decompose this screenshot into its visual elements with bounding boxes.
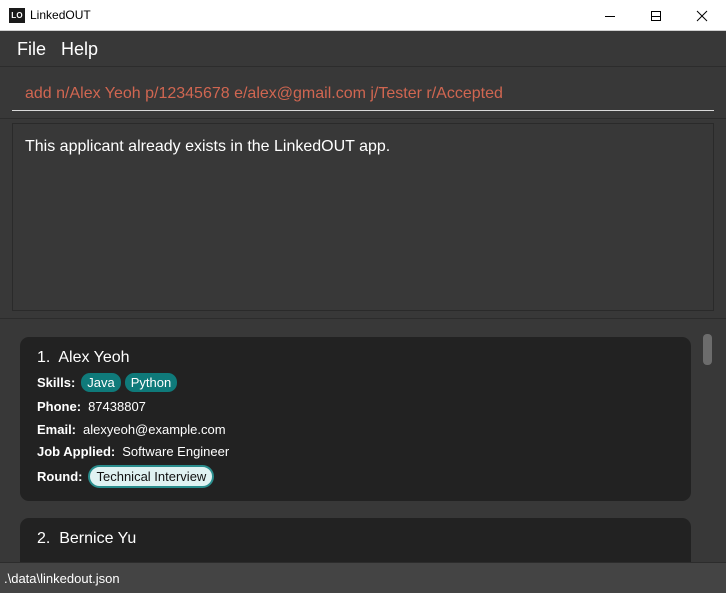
minimize-button-box[interactable] (587, 0, 633, 31)
job-label: Job Applied: (37, 444, 116, 459)
scrollbar-thumb[interactable] (703, 334, 712, 365)
minimize-line-icon (605, 15, 615, 17)
email-value: alexyeoh@example.com (83, 422, 226, 437)
menu-file[interactable]: File (17, 39, 46, 60)
status-bar: .\data\linkedout.json (0, 562, 726, 593)
result-message: This applicant already exists in the Lin… (25, 138, 391, 155)
applicant-card[interactable]: 1. Alex Yeoh Skills: Java Python Phone: … (20, 337, 691, 501)
applicant-name-text: Alex Yeoh (58, 349, 130, 366)
menu-help[interactable]: Help (61, 39, 98, 60)
result-display[interactable]: This applicant already exists in the Lin… (12, 123, 714, 311)
job-value: Software Engineer (122, 444, 230, 459)
job-row: Job Applied: Software Engineer (37, 444, 229, 459)
applicant-name: 1. Alex Yeoh (37, 349, 130, 367)
round-row: Round: Technical Interview (37, 465, 215, 488)
maximize-button-box[interactable] (633, 0, 679, 31)
applicant-index: 1. (37, 349, 51, 366)
data-file-path: .\data\linkedout.json (4, 571, 120, 586)
email-label: Email: (37, 422, 77, 437)
command-input[interactable] (12, 77, 714, 111)
phone-row: Phone: 87438807 (37, 399, 146, 414)
skills-row: Skills: Java Python (37, 373, 181, 392)
applicant-list[interactable]: 1. Alex Yeoh Skills: Java Python Phone: … (0, 318, 726, 562)
phone-label: Phone: (37, 399, 82, 414)
applicant-name-text: Bernice Yu (59, 530, 137, 547)
round-tag: Technical Interview (88, 465, 215, 488)
maximize-icon (651, 10, 661, 21)
phone-value: 87438807 (88, 399, 146, 414)
email-row: Email: alexyeoh@example.com (37, 422, 226, 437)
menu-bar: File Help (0, 31, 726, 67)
round-label: Round: (37, 469, 83, 484)
command-area (0, 67, 726, 119)
applicant-card[interactable]: 2. Bernice Yu (20, 518, 691, 562)
close-icon (696, 10, 708, 21)
result-area: This applicant already exists in the Lin… (0, 119, 726, 318)
skill-tag: Java (81, 373, 121, 392)
skill-tag: Python (124, 373, 178, 392)
skills-label: Skills: (37, 375, 76, 390)
app-logo-icon: LO (9, 8, 25, 23)
applicant-index: 2. (37, 530, 51, 547)
applicant-name: 2. Bernice Yu (37, 530, 136, 548)
close-button[interactable] (679, 0, 725, 31)
window-title: LinkedOUT (30, 8, 91, 22)
